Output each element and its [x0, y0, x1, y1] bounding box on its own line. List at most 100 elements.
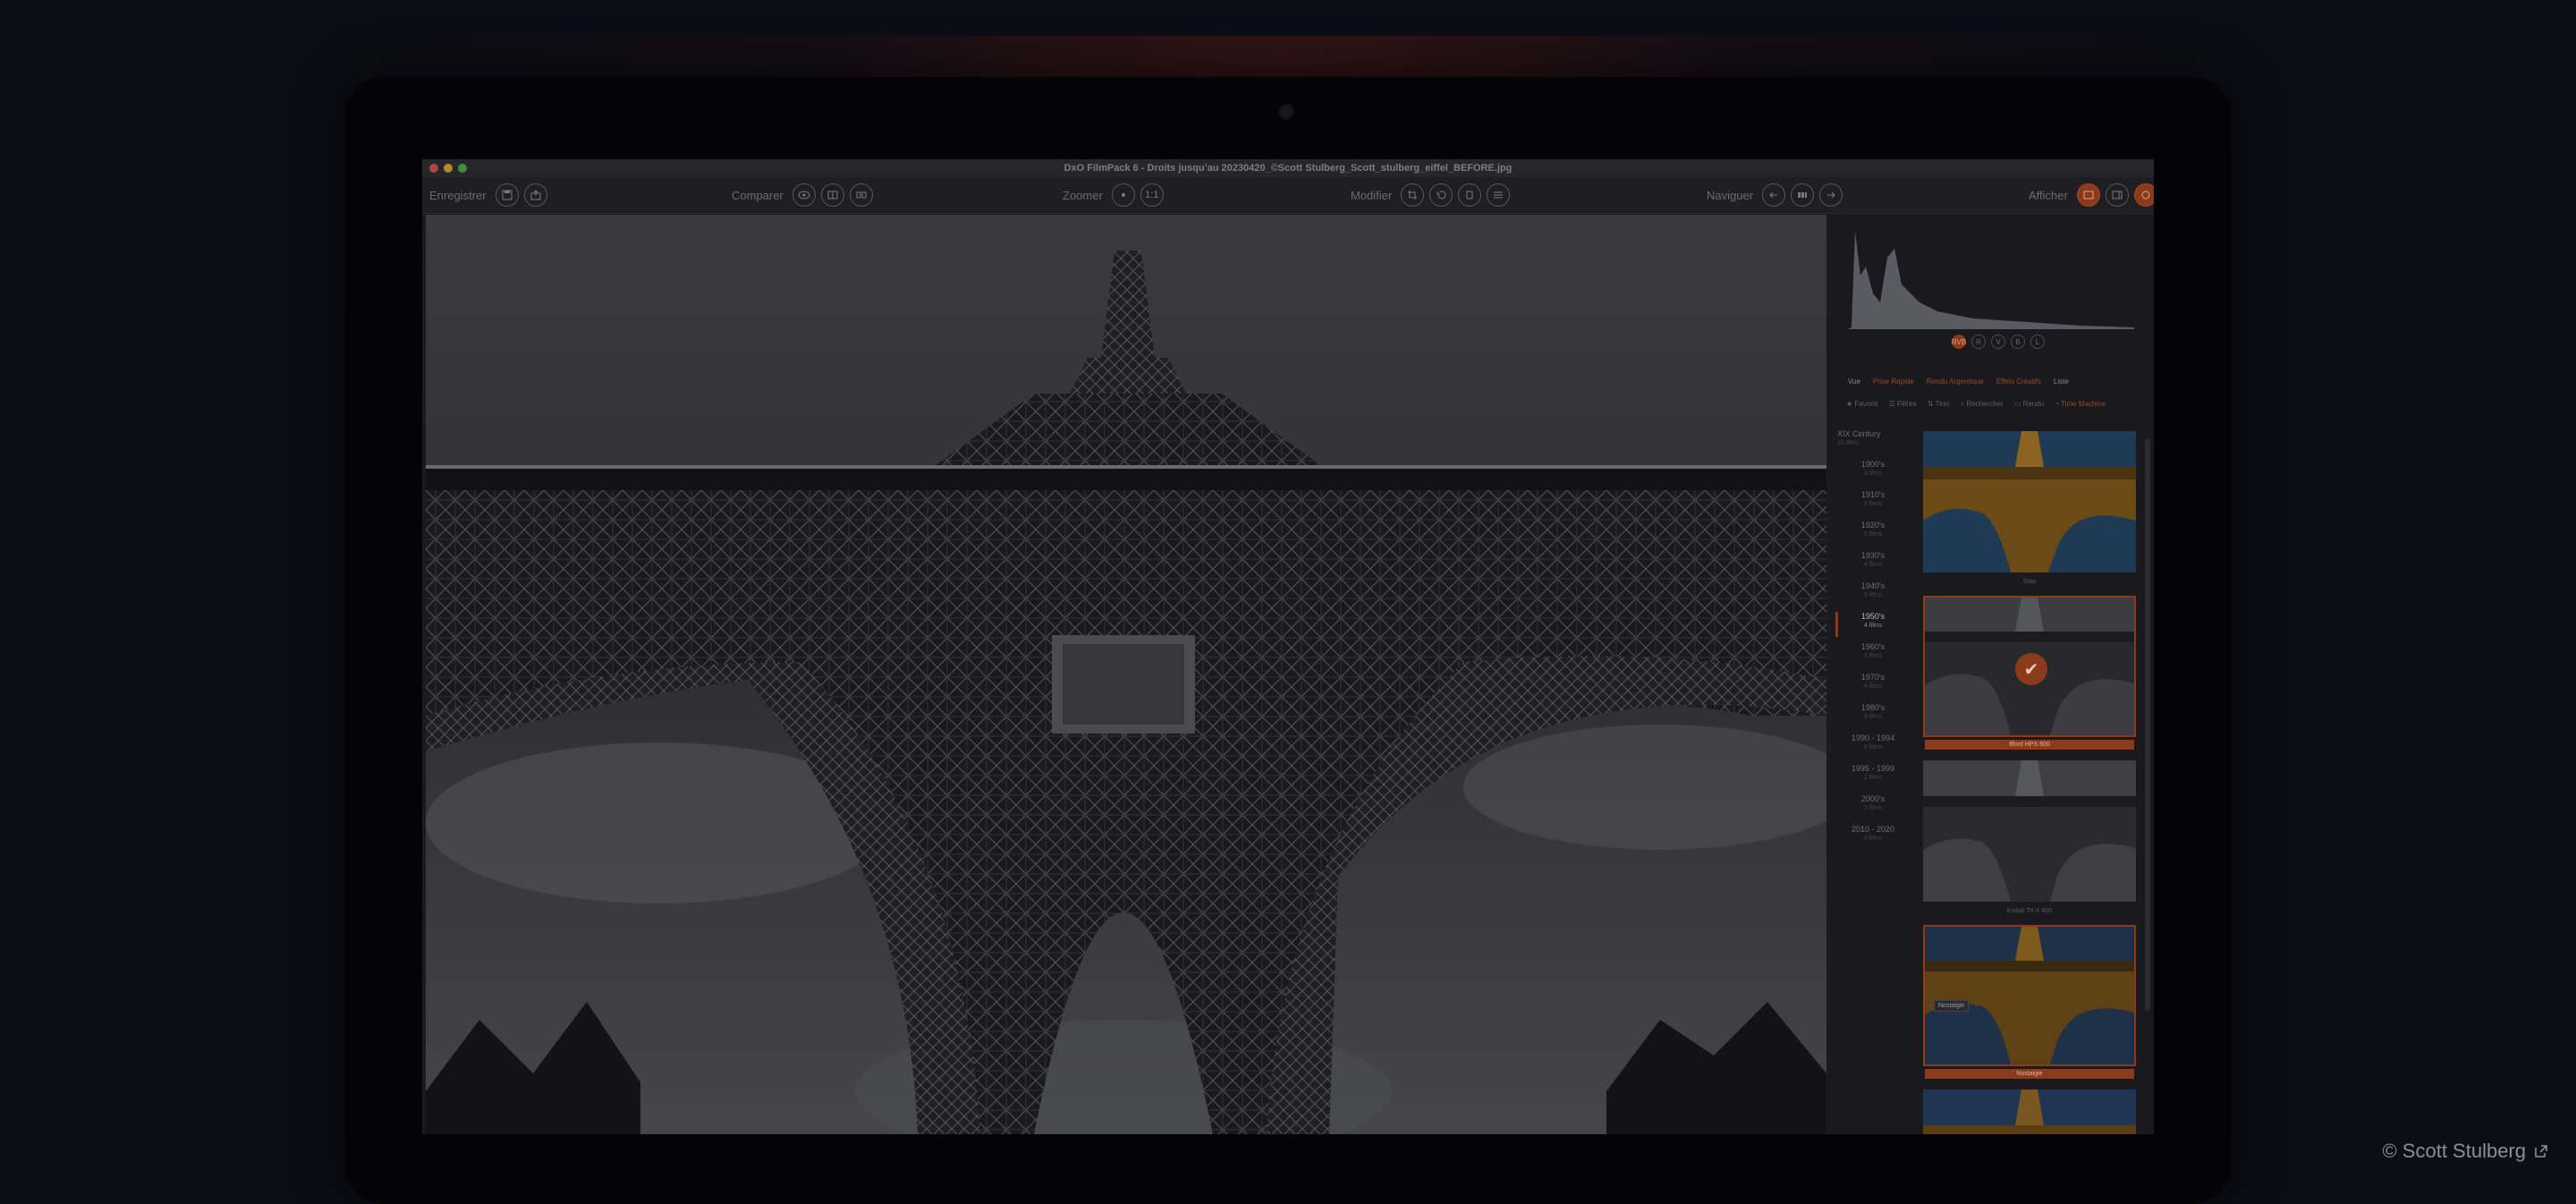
- crop-icon: [1408, 191, 1418, 199]
- navigate-label: Naviguer: [1707, 188, 1754, 202]
- zoom-fit-button[interactable]: [1111, 183, 1135, 207]
- window-title: DxO FilmPack 6 - Droits jusqu’au 2023042…: [1063, 163, 1513, 174]
- photo-credit[interactable]: © Scott Stulberg: [2382, 1140, 2549, 1163]
- zoom-100-button[interactable]: 1:1: [1140, 183, 1164, 207]
- thumbnail-caption: Nostalgie: [1925, 1069, 2134, 1079]
- eiffel-tower-photo: [426, 215, 1826, 1134]
- filter-list[interactable]: Liste: [2054, 377, 2069, 386]
- decade-count: 4 films: [1863, 623, 1883, 629]
- tab-sort[interactable]: ⇅ Tirer: [1928, 400, 1950, 409]
- decade-label: 1960's: [1860, 642, 1885, 651]
- compare-group: Comparer: [732, 177, 873, 213]
- thumbnail-image-color: [1923, 431, 2136, 572]
- tab-search-label: Rechercher: [1966, 400, 2004, 408]
- decade-item[interactable]: 1990 - 1994 2 films: [1830, 733, 1916, 764]
- zoom-group: Zoomer 1:1: [1063, 177, 1164, 213]
- export-disk-button[interactable]: [495, 183, 519, 207]
- category-filters: Vue Prise Rapide Rendu Argentique Effets…: [1848, 377, 2069, 386]
- close-window-button[interactable]: [429, 164, 438, 173]
- film-thumbnail[interactable]: Stop: [1923, 431, 2136, 585]
- filter-film[interactable]: Rendu Argentique: [1927, 377, 1984, 386]
- decade-label: XIX Century: [1837, 429, 1881, 438]
- fullscreen-icon: [2141, 191, 2150, 199]
- main-image-viewer[interactable]: [426, 215, 1826, 1134]
- panel-scrollbar[interactable]: [2145, 438, 2150, 1011]
- thumbnail-image-color: [1923, 1090, 2136, 1134]
- display-group: Afficher: [2029, 177, 2154, 213]
- film-thumbnail-selected[interactable]: ✔ Ilford HPS 800: [1923, 596, 2136, 750]
- tab-render[interactable]: ▭ Rendu: [2014, 400, 2044, 409]
- arrow-right-icon: [1827, 191, 1835, 199]
- decade-item[interactable]: 1910's 3 films: [1830, 490, 1916, 521]
- channel-rvb-button[interactable]: RVB: [1952, 335, 1966, 349]
- decade-count: 2 films: [1863, 775, 1883, 781]
- compare-split-button[interactable]: [820, 183, 844, 207]
- decade-item-selected[interactable]: 1950's 4 films: [1830, 612, 1916, 642]
- decade-item[interactable]: 1920's 5 films: [1830, 521, 1916, 551]
- tab-sort-label: Tirer: [1935, 400, 1950, 408]
- histogram-channels: RVB R V B L: [1952, 335, 2045, 349]
- minimize-window-button[interactable]: [444, 164, 453, 173]
- channel-b-button[interactable]: B: [2011, 335, 2025, 349]
- display-fullscreen-button[interactable]: [2133, 183, 2154, 207]
- decade-count: 4 films: [1863, 683, 1883, 690]
- tab-favorites[interactable]: ★ Favoris: [1846, 400, 1878, 409]
- side-by-side-icon: [856, 191, 867, 199]
- decade-item[interactable]: 1995 - 1999 2 films: [1830, 764, 1916, 794]
- decade-label: 1995 - 1999: [1851, 764, 1895, 773]
- film-thumbnail-partial[interactable]: [1923, 1090, 2136, 1134]
- channel-l-button[interactable]: L: [2030, 335, 2045, 349]
- export-share-button[interactable]: [523, 183, 547, 207]
- previous-image-button[interactable]: [1762, 183, 1786, 207]
- filter-creative[interactable]: Effets Créatifs: [1996, 377, 2041, 386]
- decade-item[interactable]: 1940's 3 films: [1830, 581, 1916, 612]
- decade-item[interactable]: 2000's 3 films: [1830, 794, 1916, 825]
- disk-icon: [502, 190, 513, 200]
- right-panel: RVB R V B L Vue Prise Rapide Rendu Argen…: [1830, 215, 2154, 1134]
- decade-item[interactable]: 1960's 3 films: [1830, 642, 1916, 673]
- decade-label: 1930's: [1860, 551, 1885, 560]
- decade-count: 4 films: [1863, 562, 1883, 568]
- tab-filters-label: Filtres: [1897, 400, 1917, 408]
- decade-label: 2010 - 2020: [1851, 825, 1895, 834]
- filmstrip-button[interactable]: [1791, 183, 1815, 207]
- webcam: [1278, 104, 1294, 120]
- display-viewer-button[interactable]: [2076, 183, 2100, 207]
- tab-filters[interactable]: ☰ Filtres: [1889, 400, 1917, 409]
- decade-item[interactable]: 1900's 3 films: [1830, 460, 1916, 490]
- decade-count: 3 films: [1863, 805, 1883, 811]
- decade-item[interactable]: 1980's 3 films: [1830, 703, 1916, 733]
- navigate-group: Naviguer: [1707, 177, 1843, 213]
- decade-label: 1970's: [1860, 673, 1885, 682]
- channel-r-button[interactable]: R: [1971, 335, 1986, 349]
- decade-label: 1980's: [1860, 703, 1885, 712]
- next-image-button[interactable]: [1819, 183, 1843, 207]
- tab-time-machine[interactable]: ◔ Time Machine: [2055, 400, 2106, 409]
- display-label: Afficher: [2029, 188, 2068, 202]
- decade-item[interactable]: XIX Century 10 films: [1830, 429, 1916, 460]
- film-thumbnail[interactable]: Kodak Tri-X 400: [1923, 760, 2136, 914]
- adjust-button[interactable]: [1487, 183, 1511, 207]
- decade-item[interactable]: 1930's 4 films: [1830, 551, 1916, 581]
- selected-check-icon: ✔: [2015, 653, 2047, 685]
- filter-view[interactable]: Vue: [1848, 377, 1860, 386]
- modify-label: Modifier: [1351, 188, 1393, 202]
- compare-eye-button[interactable]: [792, 183, 816, 207]
- decade-count: 5 films: [1863, 531, 1883, 538]
- decade-item[interactable]: 2010 - 2020 3 films: [1830, 825, 1916, 855]
- compare-side-button[interactable]: [849, 183, 873, 207]
- rotate-left-button[interactable]: [1429, 183, 1453, 207]
- tab-render-label: Rendu: [2022, 400, 2045, 408]
- filter-quick[interactable]: Prise Rapide: [1873, 377, 1914, 386]
- zoom-window-button[interactable]: [458, 164, 467, 173]
- crop-button[interactable]: [1401, 183, 1425, 207]
- save-group: Enregistrer: [429, 177, 547, 213]
- film-thumbnail-nostalgie[interactable]: Nostalgie Nostalgie: [1923, 925, 2136, 1079]
- tab-search[interactable]: ⌕ Rechercher: [1961, 400, 2004, 409]
- rotate-right-button[interactable]: [1458, 183, 1482, 207]
- display-panel-button[interactable]: [2105, 183, 2129, 207]
- decade-count: 3 films: [1863, 653, 1883, 659]
- channel-v-button[interactable]: V: [1991, 335, 2005, 349]
- decade-item[interactable]: 1970's 4 films: [1830, 673, 1916, 703]
- thumbnail-tooltip: Nostalgie: [1934, 1000, 1970, 1012]
